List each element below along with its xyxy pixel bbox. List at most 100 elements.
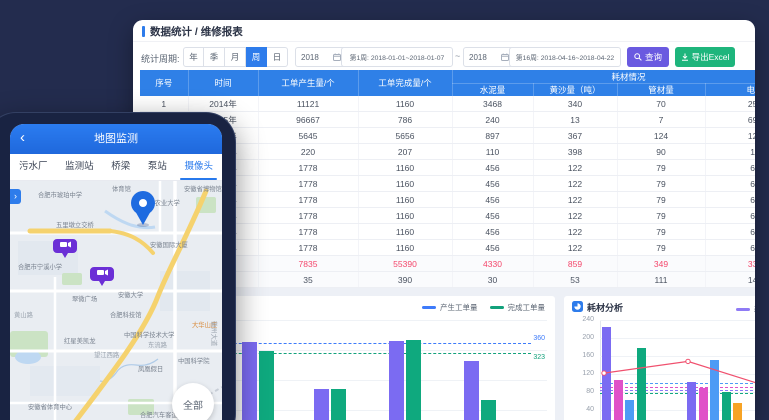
map-label: 翠微广场 [72,294,97,303]
week-end-input[interactable]: 第16周: 2018-04-16~2018-04-22 [509,47,621,67]
show-all-button[interactable]: 全部 [172,383,214,420]
table-cell: 367 [533,128,617,144]
table-row: 22015年96667786240137690 [140,112,755,128]
phone-tab-监测站[interactable]: 监测站 [65,154,94,180]
export-excel-button[interactable]: 导出Excel [675,47,735,67]
table-cell: 67 [705,176,755,192]
table-cell: 456 [452,160,533,176]
table-cell: 340 [533,96,617,112]
material-chart-title: 耗材分析 [587,301,623,314]
map-label: 体育馆 [112,184,131,193]
year-start-select[interactable]: 2018 [295,47,347,67]
period-option-年[interactable]: 年 [183,47,204,67]
map-label: 安徽大学 [118,290,143,299]
table-cell: 1160 [358,192,452,208]
table-cell: 13 [533,112,617,128]
calendar-icon [333,53,341,61]
table-cell: 1160 [358,208,452,224]
legend-mark [422,306,436,309]
y-tick-label: 160 [564,352,594,359]
table-cell: 5645 [258,128,358,144]
map-expand-toggle[interactable]: › [10,189,21,204]
map-label: 中国科学院 [178,356,210,365]
y-tick-label: 200 [564,334,594,341]
table-cell: 1778 [258,160,358,176]
table-cell: 122 [533,192,617,208]
table-cell: 1160 [358,176,452,192]
phone-mockup: ‹ 地图监测 污水厂监测站桥梁泵站摄像头 [0,112,236,420]
legend-mark [490,306,504,309]
search-icon [634,53,642,61]
table-cell: 456 [452,192,533,208]
material-bar [722,392,731,420]
map-label: 合肥市宁溪小学 [18,262,62,271]
phone-tab-污水厂[interactable]: 污水厂 [19,154,48,180]
week-start-input[interactable]: 第1周: 2018-01-01~2018-01-07 [341,47,453,67]
query-button[interactable]: 查询 [627,47,669,67]
table-cell: 398 [533,144,617,160]
table-cell: 79 [617,192,705,208]
col-header: 序号 [140,70,188,96]
phone-page-title: 地图监测 [10,124,222,154]
period-option-月[interactable]: 月 [225,47,246,67]
workorder-bar [481,400,496,420]
header-divider [133,41,755,42]
y-tick-label: 240 [564,316,594,323]
gridline [600,410,755,411]
table-cell: 390 [358,272,452,288]
y-tick-label: 40 [564,406,594,413]
table-cell: 124 [617,128,705,144]
legend-item[interactable]: 产生工单量 [422,302,478,313]
table-row: 12014年111211160346834070250 [140,96,755,112]
table-cell: 67 [705,240,755,256]
material-chart-card: 耗材分析 耗材用量 2402001601208040 [564,296,755,420]
table-cell: 690 [705,112,755,128]
phone-tab-桥梁[interactable]: 桥梁 [111,154,130,180]
table-cell: 1778 [258,176,358,192]
table-cell: 30 [452,272,533,288]
table-cell: 55390 [358,256,452,272]
table-cell: 456 [452,176,533,192]
period-option-季[interactable]: 季 [204,47,225,67]
phone-tab-泵站[interactable]: 泵站 [148,154,167,180]
table-cell: 35 [258,272,358,288]
table-cell: 122 [533,160,617,176]
phone-tab-摄像头[interactable]: 摄像头 [184,154,213,180]
export-label: 导出Excel [692,51,730,63]
material-bar [625,400,634,420]
map[interactable]: 合肥市琥珀中学体育馆安徽农业大学安徽省博物馆五里墩立交桥安徽国际大厦合肥市宁溪小… [10,181,222,420]
table-cell: 67 [705,208,755,224]
material-bar [637,348,646,420]
table-cell: 79 [617,240,705,256]
y-tick-label: 120 [564,370,594,377]
sub-header: 电量 [705,84,755,97]
year-end-select[interactable]: 2018 [463,47,515,67]
back-icon[interactable]: ‹ [20,128,25,148]
table-cell: 79 [617,176,705,192]
calendar-icon [501,53,509,61]
download-icon [681,53,689,61]
table-cell: 111 [617,272,705,288]
table-cell: 456 [452,240,533,256]
table-cell: 19 [705,144,755,160]
legend-label: 产生工单量 [440,302,478,313]
table-cell: 1160 [358,240,452,256]
table-cell: 122 [533,240,617,256]
table-cell: 4330 [452,256,533,272]
col-header: 时间 [188,70,258,96]
period-option-日[interactable]: 日 [267,47,288,67]
table-cell: 5656 [358,128,452,144]
period-option-周[interactable]: 周 [246,47,267,67]
sub-header: 水泥量 [452,84,533,97]
table-cell: 250 [705,96,755,112]
report-table-head: 序号时间工单产生量/个工单完成量/个耗材情况水泥量黄沙量（吨）管材量电量 [140,70,755,96]
table-cell: 140 [705,272,755,288]
map-label: 凤凰假日 [138,364,163,373]
map-label: 东流路 [148,340,168,349]
legend-item[interactable]: 耗材用量 [736,304,755,315]
ref-line [600,393,755,394]
legend-item[interactable]: 完成工单量 [490,302,546,313]
gridline [600,356,755,357]
table-cell: 110 [452,144,533,160]
range-separator: ~ [455,51,460,61]
